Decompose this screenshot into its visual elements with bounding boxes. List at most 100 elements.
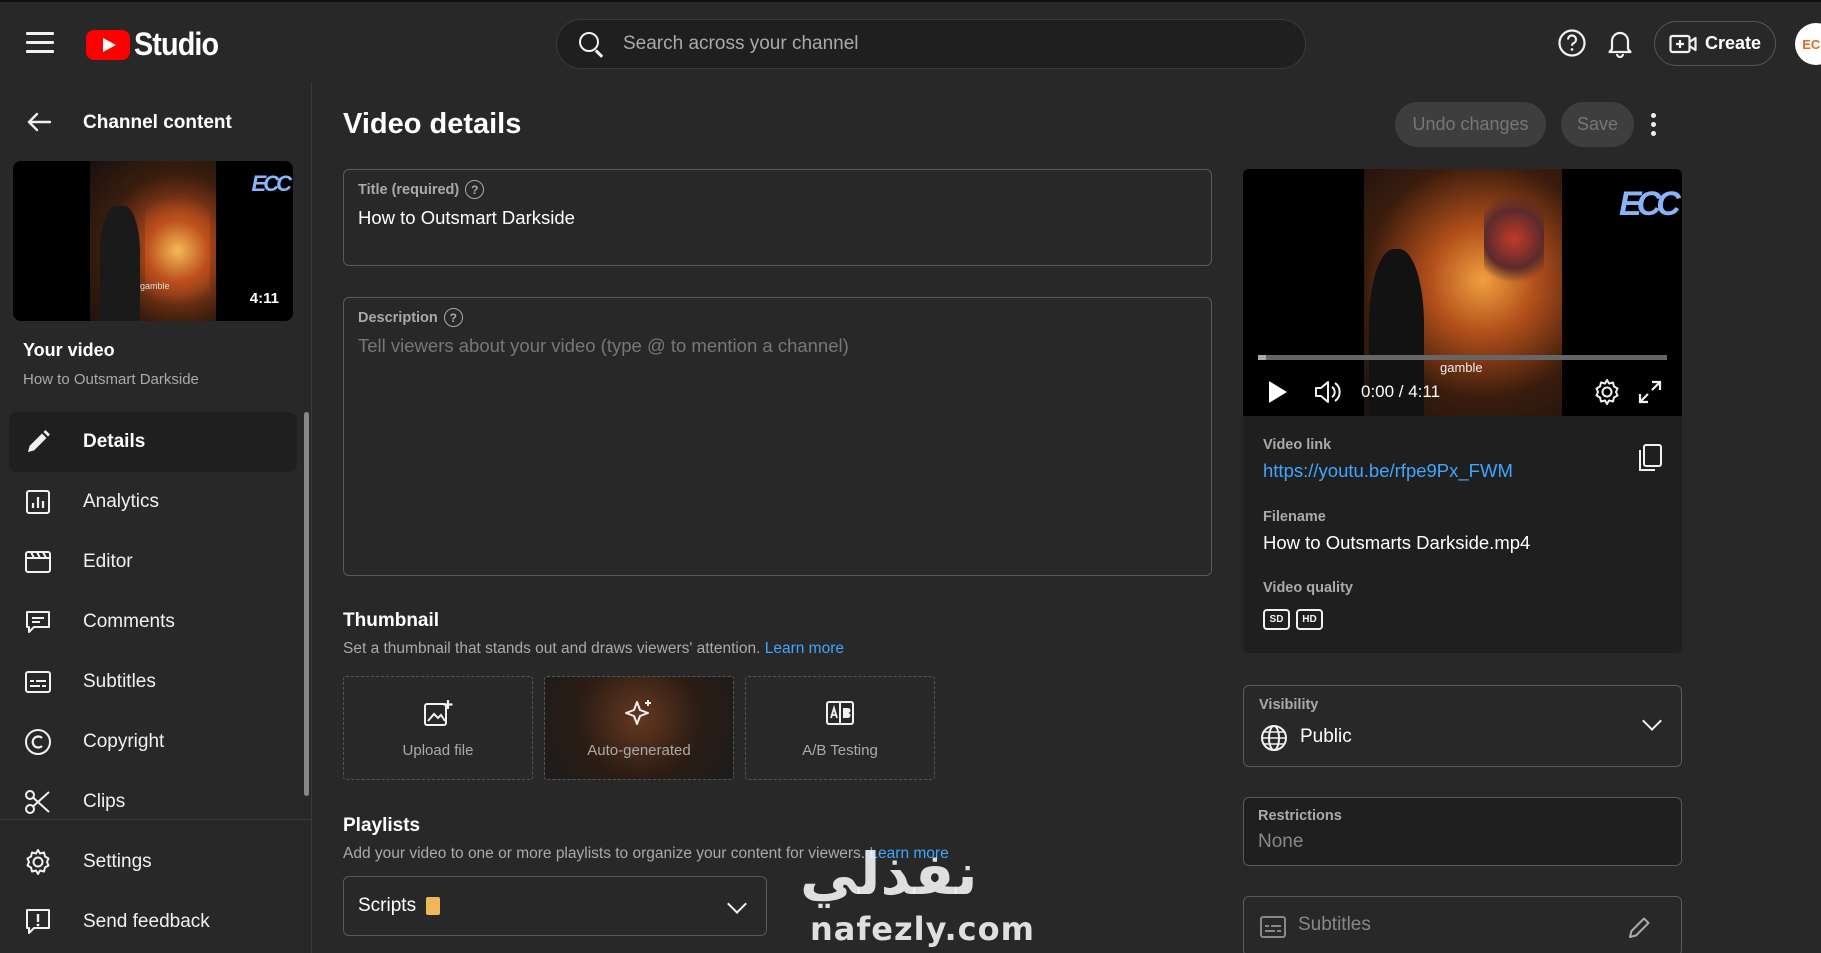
studio-logo[interactable]: Studio	[86, 26, 228, 63]
sidebar-scrollbar[interactable]	[304, 412, 309, 796]
video-preview-card: gamble ECC 0:00 / 4:11 Video link https:…	[1243, 169, 1682, 653]
sidebar-item-analytics[interactable]: Analytics	[9, 472, 297, 532]
ab-testing-icon	[825, 698, 855, 732]
video-link[interactable]: https://youtu.be/rfpe9Px_FWM	[1263, 460, 1513, 482]
page-title: Video details	[343, 108, 522, 140]
copy-icon[interactable]	[1637, 443, 1663, 478]
create-label: Create	[1704, 33, 1762, 53]
filename-value: How to Outsmarts Darkside.mp4	[1263, 532, 1531, 553]
sidebar-item-send-feedback[interactable]: Send feedback	[9, 892, 297, 952]
sidebar-nav: Details Analytics Editor Comments Subtit…	[9, 412, 297, 952]
sidebar-item-label: Copyright	[83, 731, 165, 752]
sidebar-item-details[interactable]: Details	[9, 412, 297, 472]
sidebar-item-subtitles[interactable]: Subtitles	[9, 652, 297, 712]
thumbnail-subtitle: Set a thumbnail that stands out and draw…	[343, 640, 844, 658]
thumbnail-caption: gamble	[140, 281, 170, 291]
sidebar-item-label: Settings	[83, 851, 152, 872]
sidebar-item-editor[interactable]: Editor	[9, 532, 297, 592]
channel-logo: ECC	[1619, 185, 1681, 223]
logo-text: Studio	[134, 26, 219, 62]
auto-generated-option[interactable]: Auto-generated	[544, 676, 734, 780]
visibility-select[interactable]: Visibility Public	[1243, 685, 1682, 767]
video-quality-badges: SD HD	[1263, 609, 1323, 630]
sd-badge-icon: SD	[1263, 609, 1290, 630]
video-duration: 4:11	[249, 290, 279, 307]
volume-icon[interactable]	[1313, 377, 1343, 407]
subtitles-field[interactable]: Subtitles	[1243, 896, 1682, 953]
notifications-bell-icon[interactable]	[1603, 26, 1637, 60]
thumbnail-artwork: gamble	[90, 161, 216, 321]
thumbnail-heading: Thumbnail	[343, 610, 440, 631]
fullscreen-icon[interactable]	[1635, 377, 1665, 407]
feedback-icon	[24, 908, 52, 936]
sidebar-item-label: Details	[83, 431, 146, 452]
progress-fill	[1258, 355, 1267, 360]
ab-testing-option[interactable]: A/B Testing	[745, 676, 935, 780]
play-icon[interactable]	[1269, 381, 1287, 403]
youtube-logo-icon	[86, 29, 130, 60]
gear-icon	[24, 848, 52, 876]
sidebar-item-copyright[interactable]: Copyright	[9, 712, 297, 772]
description-field-label: Description	[358, 309, 438, 326]
create-button[interactable]: Create	[1654, 21, 1776, 66]
thumbnail-learn-more-link[interactable]: Learn more	[765, 640, 844, 657]
title-field-value[interactable]: How to Outsmart Darkside	[358, 207, 575, 229]
help-icon[interactable]: ?	[465, 180, 485, 199]
option-label: Auto-generated	[587, 741, 691, 759]
help-icon[interactable]: ?	[443, 308, 463, 327]
video-link-url[interactable]: https://youtu.be/rfpe9Px_FWM	[1263, 460, 1513, 481]
filename-label: Filename	[1263, 509, 1326, 525]
scissors-icon	[24, 788, 52, 816]
upload-file-option[interactable]: Upload file	[343, 676, 533, 780]
playlist-selected-value: Scripts	[358, 895, 417, 916]
title-field-label-row: Title (required) ?	[358, 180, 485, 199]
video-quality-label: Video quality	[1263, 580, 1353, 596]
undo-changes-button[interactable]: Undo changes	[1395, 102, 1546, 147]
player-settings-gear-icon[interactable]	[1592, 377, 1622, 407]
video-thumbnail[interactable]: gamble ECC 4:11	[13, 161, 293, 321]
edit-pencil-icon[interactable]	[1627, 914, 1653, 940]
avatar[interactable]: ECC	[1795, 23, 1821, 65]
comments-icon	[24, 608, 52, 636]
description-field[interactable]: Description ? Tell viewers about your vi…	[343, 297, 1212, 576]
back-label: Channel content	[83, 112, 232, 133]
chevron-down-icon	[1642, 711, 1662, 731]
save-button[interactable]: Save	[1561, 102, 1634, 147]
top-bar: Studio Create ECC	[0, 0, 1821, 82]
back-to-channel-content[interactable]: Channel content	[0, 102, 312, 142]
more-options-icon[interactable]	[1651, 113, 1659, 137]
playlists-learn-more-link[interactable]: Learn more	[869, 845, 948, 862]
copyright-icon	[24, 728, 52, 756]
back-arrow-icon[interactable]	[26, 112, 52, 132]
menu-icon[interactable]	[26, 32, 54, 54]
progress-bar[interactable]	[1258, 355, 1667, 360]
create-video-icon	[1669, 34, 1697, 53]
playback-time: 0:00 / 4:11	[1361, 382, 1441, 401]
restrictions-value: None	[1258, 831, 1304, 852]
playlists-subtitle-text: Add your video to one or more playlists …	[343, 845, 866, 862]
playlist-select[interactable]: Scripts	[343, 876, 767, 936]
search-bar[interactable]	[556, 19, 1306, 69]
sidebar-item-comments[interactable]: Comments	[9, 592, 297, 652]
hd-badge-icon: HD	[1296, 609, 1323, 630]
search-input[interactable]	[623, 33, 1223, 55]
sparkle-icon	[624, 698, 654, 732]
title-field[interactable]: Title (required) ? How to Outsmart Darks…	[343, 169, 1212, 266]
sidebar-divider	[0, 819, 312, 820]
restrictions-label: Restrictions	[1258, 808, 1342, 824]
your-video-heading: Your video	[23, 340, 115, 360]
scroll-emoji-icon	[426, 897, 441, 915]
visibility-label: Visibility	[1259, 697, 1319, 713]
sidebar-item-settings[interactable]: Settings	[9, 832, 297, 892]
sidebar-item-clips[interactable]: Clips	[9, 772, 297, 832]
description-placeholder[interactable]: Tell viewers about your video (type @ to…	[358, 335, 849, 357]
your-video-title: How to Outsmart Darkside	[23, 371, 199, 388]
editor-icon	[24, 548, 52, 576]
help-icon[interactable]	[1555, 26, 1589, 60]
video-player[interactable]: gamble ECC 0:00 / 4:11	[1243, 169, 1682, 416]
visibility-value: Public	[1300, 726, 1352, 747]
title-field-label: Title (required)	[358, 181, 460, 198]
thumbnail-subtitle-text: Set a thumbnail that stands out and draw…	[343, 640, 761, 657]
search-icon[interactable]	[579, 32, 604, 58]
playlists-heading: Playlists	[343, 815, 421, 836]
